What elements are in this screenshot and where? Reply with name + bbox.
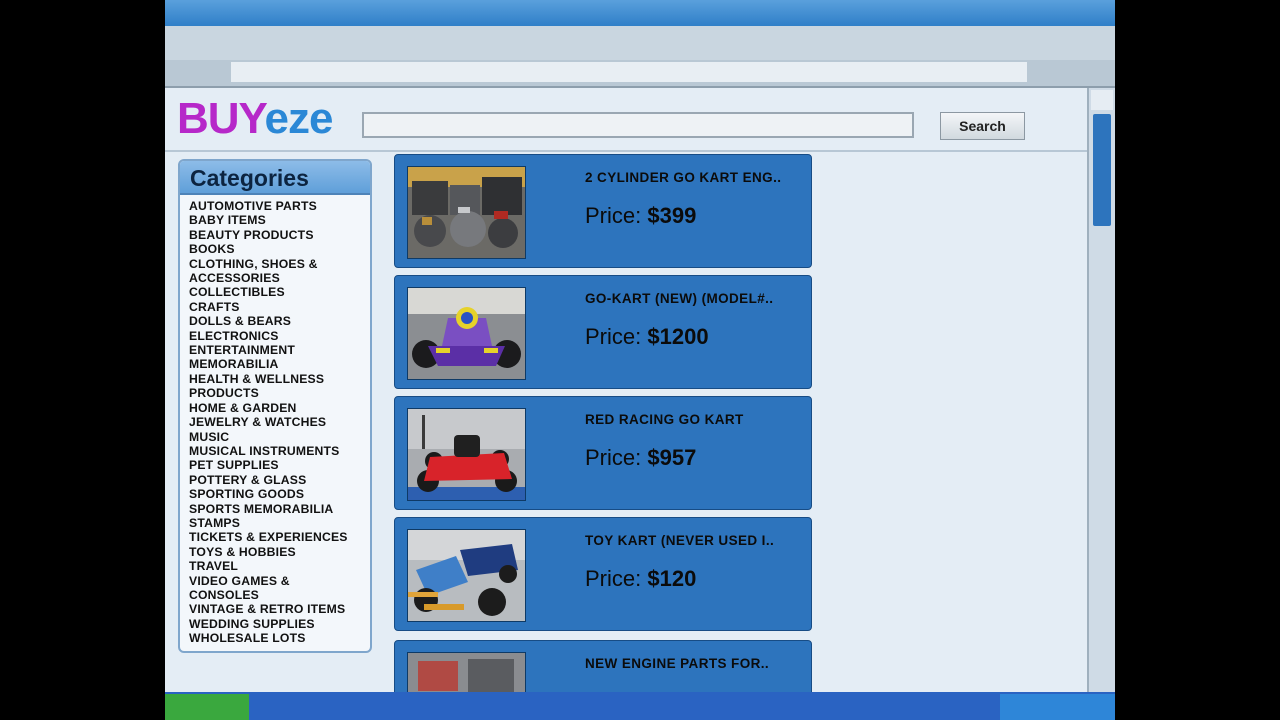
price-label: Price: [585, 445, 642, 470]
listing-title[interactable]: NEW ENGINE PARTS FOR.. [585, 656, 769, 671]
category-link[interactable]: HOME & GARDEN [189, 401, 348, 415]
listing-price: Price: $957 [585, 445, 696, 471]
category-link[interactable]: ENTERTAINMENT [189, 343, 348, 357]
category-link[interactable]: AUTOMOTIVE PARTS [189, 199, 348, 213]
price-value: $957 [647, 445, 697, 470]
address-bar[interactable] [231, 62, 1027, 82]
web-page: BUYeze Search Categories AUTOMOTIVE PART… [165, 88, 1087, 692]
categories-list: AUTOMOTIVE PARTS BABY ITEMS BEAUTY PRODU… [189, 199, 348, 646]
categories-header: Categories [180, 161, 370, 195]
address-bar-area [165, 60, 1115, 88]
listing-card[interactable]: NEW ENGINE PARTS FOR.. [394, 640, 812, 692]
category-link[interactable]: CRAFTS [189, 300, 348, 314]
search-button[interactable]: Search [940, 112, 1025, 140]
category-link[interactable]: TICKETS & EXPERIENCES [189, 530, 348, 544]
listing-thumbnail-red-kart[interactable] [407, 408, 526, 501]
price-value: $120 [647, 566, 697, 591]
listing-title[interactable]: RED RACING GO KART [585, 412, 744, 427]
category-link[interactable]: WEDDING SUPPLIES [189, 617, 348, 631]
listing-card[interactable]: TOY KART (NEVER USED I.. Price: $120 [394, 517, 812, 631]
category-link[interactable]: STAMPS [189, 516, 348, 530]
logo-part-buy: BUY [177, 94, 265, 143]
category-link[interactable]: BABY ITEMS [189, 213, 348, 227]
category-link[interactable]: CLOTHING, SHOES & [189, 257, 348, 271]
category-link[interactable]: WHOLESALE LOTS [189, 631, 348, 645]
status-segment [1000, 694, 1115, 720]
price-label: Price: [585, 566, 642, 591]
category-link[interactable]: SPORTING GOODS [189, 487, 348, 501]
listing-thumbnail-engines[interactable] [407, 166, 526, 259]
category-link[interactable]: BOOKS [189, 242, 348, 256]
browser-toolbar [165, 26, 1115, 60]
category-link[interactable]: ELECTRONICS [189, 329, 348, 343]
search-input[interactable] [362, 112, 914, 138]
price-label: Price: [585, 324, 642, 349]
category-link[interactable]: BEAUTY PRODUCTS [189, 228, 348, 242]
logo-part-eze: eze [264, 94, 333, 143]
listing-title[interactable]: TOY KART (NEVER USED I.. [585, 533, 774, 548]
page-scrollbar[interactable] [1087, 88, 1115, 692]
category-link[interactable]: SPORTS MEMORABILIA [189, 502, 348, 516]
status-bar [165, 692, 1115, 720]
category-link[interactable]: MEMORABILIA [189, 357, 348, 371]
category-link[interactable]: TOYS & HOBBIES [189, 545, 348, 559]
listing-thumbnail-engine-parts[interactable] [407, 652, 526, 692]
category-link[interactable]: DOLLS & BEARS [189, 314, 348, 328]
listing-card[interactable]: RED RACING GO KART Price: $957 [394, 396, 812, 510]
category-link[interactable]: MUSICAL INSTRUMENTS [189, 444, 348, 458]
price-label: Price: [585, 203, 642, 228]
browser-window: BUYeze Search Categories AUTOMOTIVE PART… [165, 0, 1115, 720]
site-logo[interactable]: BUYeze [177, 94, 333, 144]
listing-price: Price: $1200 [585, 324, 709, 350]
category-link[interactable]: PET SUPPLIES [189, 458, 348, 472]
title-bar [165, 0, 1115, 26]
category-link[interactable]: VIDEO GAMES & [189, 574, 348, 588]
scrollbar-up-button[interactable] [1091, 90, 1113, 110]
category-link[interactable]: CONSOLES [189, 588, 348, 602]
listing-price: Price: $399 [585, 203, 696, 229]
categories-title: Categories [190, 165, 309, 191]
listing-thumbnail-toy-kart[interactable] [407, 529, 526, 622]
category-link[interactable]: PRODUCTS [189, 386, 348, 400]
price-value: $399 [647, 203, 697, 228]
category-link[interactable]: TRAVEL [189, 559, 348, 573]
category-link[interactable]: COLLECTIBLES [189, 285, 348, 299]
category-link[interactable]: ACCESSORIES [189, 271, 348, 285]
listing-title[interactable]: 2 CYLINDER GO KART ENG.. [585, 170, 781, 185]
category-link[interactable]: POTTERY & GLASS [189, 473, 348, 487]
listing-card[interactable]: 2 CYLINDER GO KART ENG.. Price: $399 [394, 154, 812, 268]
listing-thumbnail-go-kart[interactable] [407, 287, 526, 380]
category-link[interactable]: VINTAGE & RETRO ITEMS [189, 602, 348, 616]
category-link[interactable]: JEWELRY & WATCHES [189, 415, 348, 429]
price-value: $1200 [647, 324, 709, 349]
scrollbar-thumb[interactable] [1093, 114, 1111, 226]
listing-price: Price: $120 [585, 566, 696, 592]
category-link[interactable]: HEALTH & WELLNESS [189, 372, 348, 386]
category-link[interactable]: MUSIC [189, 430, 348, 444]
listing-card[interactable]: GO-KART (NEW) (MODEL#.. Price: $1200 [394, 275, 812, 389]
categories-panel: Categories AUTOMOTIVE PARTS BABY ITEMS B… [178, 159, 372, 653]
listing-title[interactable]: GO-KART (NEW) (MODEL#.. [585, 291, 773, 306]
status-indicator [165, 694, 249, 720]
site-header: BUYeze Search [165, 88, 1087, 152]
